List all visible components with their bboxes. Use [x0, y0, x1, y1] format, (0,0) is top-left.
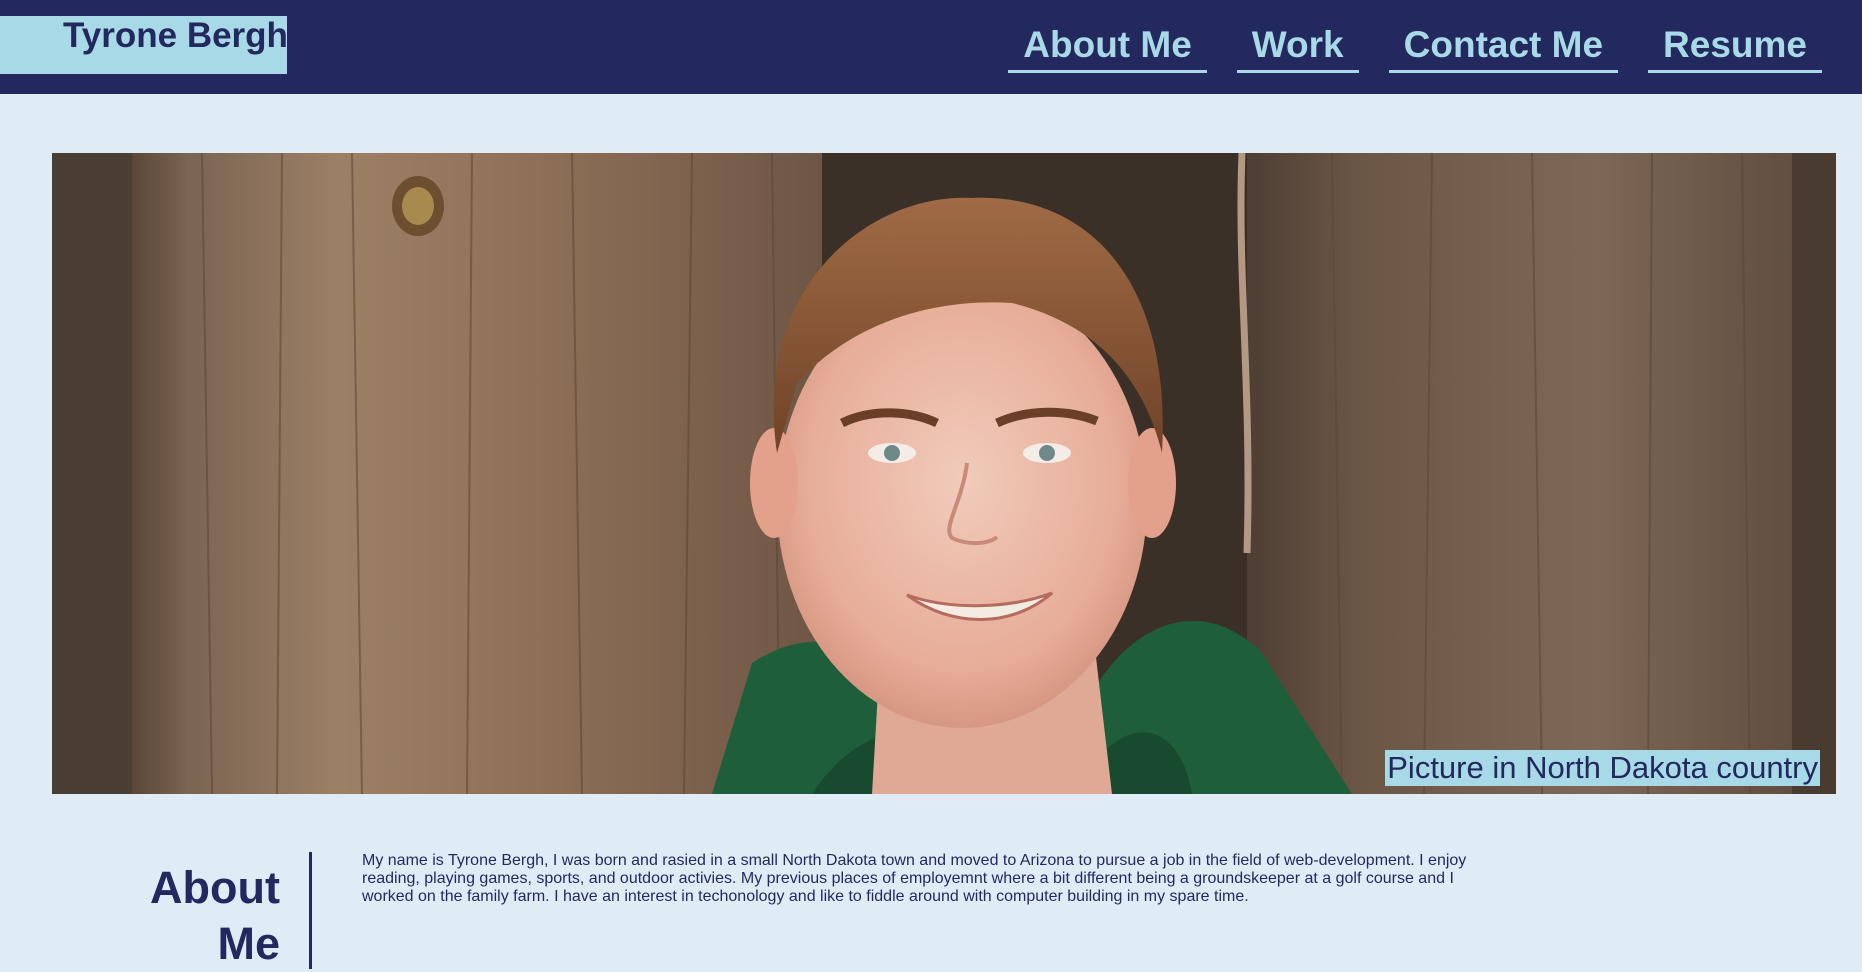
hero-photo-portrait	[52, 153, 1836, 794]
nav-link-work[interactable]: Work	[1236, 20, 1359, 73]
hero-image: Picture in North Dakota country	[52, 153, 1836, 794]
about-section: About Me My name is Tyrone Bergh, I was …	[0, 852, 1862, 969]
nav-link-contact-me[interactable]: Contact Me	[1388, 20, 1619, 73]
about-paragraph: My name is Tyrone Bergh, I was born and …	[362, 852, 1467, 905]
site-header: Tyrone Bergh About Me Work Contact Me Re…	[0, 0, 1862, 94]
hero-caption: Picture in North Dakota country	[1385, 750, 1820, 786]
site-brand[interactable]: Tyrone Bergh	[0, 16, 288, 74]
nav-link-resume[interactable]: Resume	[1648, 20, 1822, 73]
nav-link-about-me[interactable]: About Me	[1008, 20, 1207, 73]
about-heading: About Me	[150, 862, 280, 969]
main-nav: About Me Work Contact Me Resume	[1008, 20, 1822, 73]
about-divider	[309, 852, 312, 969]
